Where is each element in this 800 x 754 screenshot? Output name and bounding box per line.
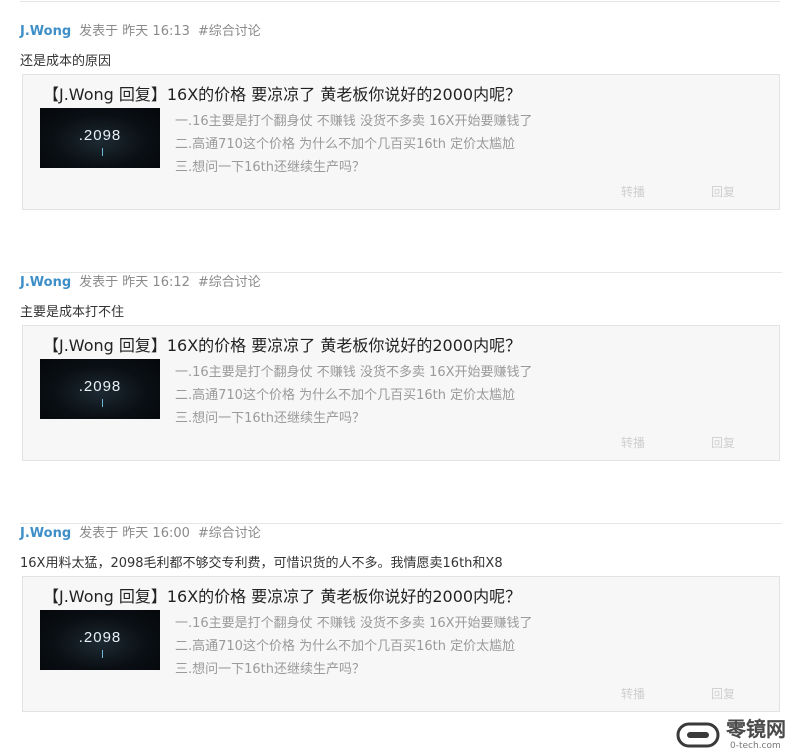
topic-tag[interactable]: #综合讨论: [198, 526, 261, 541]
logo-icon: [676, 722, 720, 748]
author-link[interactable]: J.Wong: [20, 526, 71, 541]
thumbnail-text: .2098: [78, 378, 122, 395]
post-meta: J.Wong 发表于 昨天 16:13 #综合讨论: [20, 22, 261, 42]
quote-lines: 一.16主要是打个翻身仗 不赚钱 没货不多卖 16X开始要赚钱了 二.高通710…: [175, 612, 533, 681]
quote-line: 一.16主要是打个翻身仗 不赚钱 没货不多卖 16X开始要赚钱了: [175, 365, 533, 380]
quote-thumbnail[interactable]: .2098: [40, 359, 160, 419]
quote-title[interactable]: 【J.Wong 回复】16X的价格 要凉凉了 黄老板你说好的2000内呢？: [43, 84, 521, 106]
quote-thumbnail[interactable]: .2098: [40, 108, 160, 168]
quote-line: 三.想问一下16th还继续生产吗？: [175, 411, 366, 426]
reply-button[interactable]: 回复: [711, 434, 735, 451]
post-text: 16X用料太猛，2098毛利都不够交专利费，可惜识货的人不多。我情愿卖16th和…: [20, 556, 503, 571]
thumbnail-accent: [102, 650, 103, 658]
quote-title[interactable]: 【J.Wong 回复】16X的价格 要凉凉了 黄老板你说好的2000内呢？: [43, 335, 521, 357]
quote-title[interactable]: 【J.Wong 回复】16X的价格 要凉凉了 黄老板你说好的2000内呢？: [43, 586, 521, 608]
post-meta: J.Wong 发表于 昨天 16:12 #综合讨论: [20, 273, 261, 293]
site-watermark: 零镜网 0-tech.com: [676, 716, 800, 754]
forward-button[interactable]: 转播: [621, 434, 645, 451]
quoted-post[interactable]: 【J.Wong 回复】16X的价格 要凉凉了 黄老板你说好的2000内呢？ .2…: [22, 576, 780, 712]
author-link[interactable]: J.Wong: [20, 24, 71, 39]
quote-line: 三.想问一下16th还继续生产吗？: [175, 160, 366, 175]
topic-tag[interactable]: #综合讨论: [198, 275, 261, 290]
quote-line: 二.高通710这个价格 为什么不加个几百买16th 定价太尴尬: [175, 639, 516, 654]
divider: [20, 1, 780, 2]
post: J.Wong 发表于 昨天 16:12 #综合讨论 主要是成本打不住 【J.Wong…: [20, 273, 782, 524]
thumbnail-accent: [102, 148, 103, 156]
forward-button[interactable]: 转播: [621, 685, 645, 702]
post-meta: J.Wong 发表于 昨天 16:00 #综合讨论: [20, 524, 261, 544]
quote-line: 一.16主要是打个翻身仗 不赚钱 没货不多卖 16X开始要赚钱了: [175, 114, 533, 129]
post-text: 主要是成本打不住: [20, 305, 125, 320]
watermark-name: 零镜网: [726, 717, 786, 741]
post-text: 还是成本的原因: [20, 54, 112, 69]
author-link[interactable]: J.Wong: [20, 275, 71, 290]
topic-tag[interactable]: #综合讨论: [198, 24, 261, 39]
post: J.Wong 发表于 昨天 16:13 #综合讨论 还是成本的原因 【J.Wong …: [20, 22, 782, 273]
quoted-post[interactable]: 【J.Wong 回复】16X的价格 要凉凉了 黄老板你说好的2000内呢？ .2…: [22, 74, 780, 210]
quote-line: 二.高通710这个价格 为什么不加个几百买16th 定价太尴尬: [175, 137, 516, 152]
quote-line: 三.想问一下16th还继续生产吗？: [175, 662, 366, 677]
quote-lines: 一.16主要是打个翻身仗 不赚钱 没货不多卖 16X开始要赚钱了 二.高通710…: [175, 361, 533, 430]
forward-button[interactable]: 转播: [621, 183, 645, 200]
watermark-url: 0-tech.com: [730, 741, 781, 751]
post: J.Wong 发表于 昨天 16:00 #综合讨论 16X用料太猛，2098毛利都不…: [20, 524, 782, 744]
post-time: 发表于 昨天 16:13: [79, 24, 190, 39]
reply-button[interactable]: 回复: [711, 183, 735, 200]
post-time: 发表于 昨天 16:12: [79, 275, 190, 290]
quote-line: 二.高通710这个价格 为什么不加个几百买16th 定价太尴尬: [175, 388, 516, 403]
quote-line: 一.16主要是打个翻身仗 不赚钱 没货不多卖 16X开始要赚钱了: [175, 616, 533, 631]
post-time: 发表于 昨天 16:00: [79, 526, 190, 541]
thumbnail-text: .2098: [78, 629, 122, 646]
quote-lines: 一.16主要是打个翻身仗 不赚钱 没货不多卖 16X开始要赚钱了 二.高通710…: [175, 110, 533, 179]
quoted-post[interactable]: 【J.Wong 回复】16X的价格 要凉凉了 黄老板你说好的2000内呢？ .2…: [22, 325, 780, 461]
reply-button[interactable]: 回复: [711, 685, 735, 702]
thumbnail-accent: [102, 399, 103, 407]
thumbnail-text: .2098: [78, 127, 122, 144]
forum-thread: J.Wong 发表于 昨天 16:13 #综合讨论 还是成本的原因 【J.Wong …: [0, 0, 800, 754]
quote-thumbnail[interactable]: .2098: [40, 610, 160, 670]
